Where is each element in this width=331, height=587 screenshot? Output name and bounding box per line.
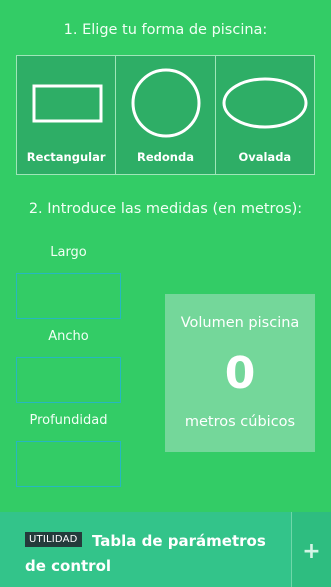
largo-label: Largo xyxy=(50,245,87,260)
profundidad-label: Profundidad xyxy=(29,413,108,428)
volume-value: 0 xyxy=(224,348,256,399)
ancho-label: Ancho xyxy=(48,329,89,344)
profundidad-input[interactable] xyxy=(16,441,121,487)
ancho-input[interactable] xyxy=(16,357,121,403)
parameters-table-link[interactable]: Tabla de parámetros de control UTILIDAD xyxy=(0,512,291,587)
shape-option-rectangular[interactable]: Rectangular xyxy=(17,56,117,174)
volume-title: Volumen piscina xyxy=(180,315,300,331)
shape-selector: Rectangular Redonda Ovalada xyxy=(16,55,315,175)
shape-label-ovalada: Ovalada xyxy=(238,150,292,164)
step1-title: 1. Elige tu forma de piscina: xyxy=(63,22,268,38)
volume-panel: Volumen piscina 0 metros cúbicos xyxy=(165,294,315,452)
volume-unit: metros cúbicos xyxy=(184,414,296,430)
expand-button[interactable]: + xyxy=(291,512,331,587)
plus-icon: + xyxy=(302,539,321,564)
shape-option-redonda[interactable]: Redonda xyxy=(116,56,216,174)
step2-title: 2. Introduce las medidas (en metros): xyxy=(28,201,303,217)
shape-label-rectangular: Rectangular xyxy=(26,150,106,164)
largo-input[interactable] xyxy=(16,273,121,319)
shape-label-redonda: Redonda xyxy=(137,150,194,164)
shape-option-ovalada[interactable]: Ovalada xyxy=(215,56,314,174)
utility-badge: UTILIDAD xyxy=(25,532,82,547)
